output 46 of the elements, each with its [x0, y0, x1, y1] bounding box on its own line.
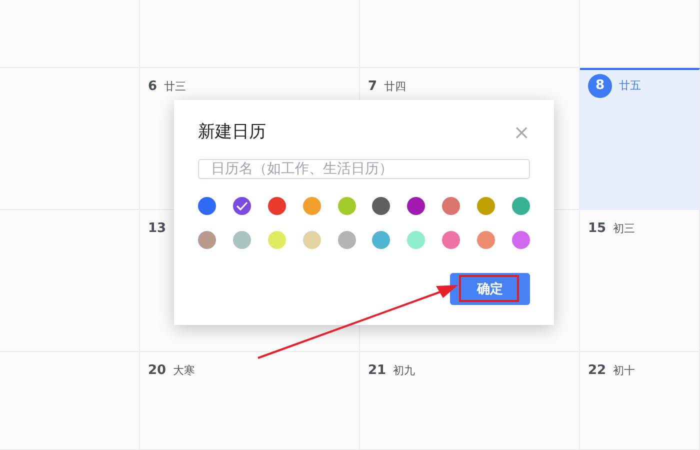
color-swatch[interactable]: [268, 197, 286, 215]
color-swatch[interactable]: [198, 231, 216, 249]
color-swatch[interactable]: [372, 231, 390, 249]
day-cell[interactable]: 21 初九: [360, 352, 580, 450]
color-swatch[interactable]: [512, 231, 530, 249]
calendar-name-field[interactable]: 日历名（如工作、生活日历）: [198, 159, 530, 179]
color-swatch[interactable]: [372, 197, 390, 215]
day-number: 6: [148, 78, 158, 96]
day-cell[interactable]: 22 初十: [580, 352, 700, 450]
lunar-date: 初三: [613, 221, 636, 237]
color-swatch[interactable]: [338, 197, 356, 215]
color-swatch[interactable]: [338, 231, 356, 249]
day-cell[interactable]: [580, 0, 700, 68]
dialog-title: 新建日历: [198, 121, 266, 143]
day-cell[interactable]: 15 初三: [580, 210, 700, 352]
lunar-date: 廿五: [619, 78, 641, 94]
color-swatch[interactable]: [232, 197, 251, 215]
day-number: 7: [368, 78, 378, 96]
color-swatch[interactable]: [442, 197, 460, 215]
color-swatch[interactable]: [477, 197, 495, 215]
color-swatch[interactable]: [477, 231, 495, 249]
lunar-date: 廿四: [384, 79, 406, 95]
day-number: 20: [148, 362, 166, 380]
color-swatch[interactable]: [442, 231, 460, 249]
day-number: 13: [148, 220, 166, 238]
color-swatch[interactable]: [302, 231, 321, 249]
day-cell[interactable]: [360, 0, 580, 68]
today-cell[interactable]: 8 廿五: [580, 68, 700, 210]
highlight-frame: [459, 275, 519, 302]
day-number: 21: [368, 362, 386, 380]
color-swatch[interactable]: [198, 197, 216, 215]
color-swatch[interactable]: [407, 197, 426, 215]
color-swatch[interactable]: [302, 197, 321, 215]
day-number: 8: [588, 74, 612, 98]
lunar-date: 初十: [613, 363, 636, 379]
color-swatch[interactable]: [268, 231, 286, 249]
color-swatch[interactable]: [407, 231, 426, 249]
lunar-date: 初九: [393, 363, 416, 379]
lunar-date: 大寒: [173, 363, 196, 379]
color-swatch[interactable]: [232, 231, 251, 249]
check-icon: [236, 201, 248, 211]
lunar-date: 廿三: [164, 79, 186, 95]
day-number: 15: [588, 220, 606, 238]
day-cell[interactable]: 20 大寒: [140, 352, 360, 450]
day-number: 22: [588, 362, 606, 380]
color-swatch[interactable]: [512, 197, 530, 215]
